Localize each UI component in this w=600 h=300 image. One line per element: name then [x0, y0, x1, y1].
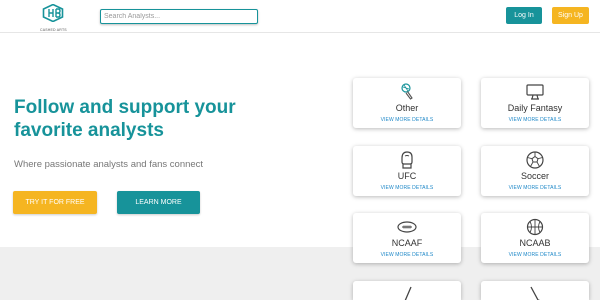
view-details-link[interactable]: VIEW MORE DETAILS — [481, 117, 589, 123]
brand-logo[interactable]: CASHED ARTS — [40, 3, 67, 32]
learn-more-button[interactable]: LEARN MORE — [117, 191, 200, 214]
basketball-icon — [525, 217, 545, 237]
category-card-ncaaf[interactable]: NCAAF VIEW MORE DETAILS — [353, 213, 461, 263]
view-details-link[interactable]: VIEW MORE DETAILS — [353, 117, 461, 123]
try-free-button[interactable]: TRY IT FOR FREE — [13, 191, 97, 214]
hero-subtitle: Where passionate analysts and fans conne… — [14, 159, 204, 170]
category-card-daily-fantasy[interactable]: Daily Fantasy VIEW MORE DETAILS — [481, 78, 589, 128]
category-card-ncaab[interactable]: NCAAB VIEW MORE DETAILS — [481, 213, 589, 263]
golf-club-icon — [525, 285, 545, 300]
hockey-stick-icon — [397, 285, 417, 300]
logo-icon — [42, 3, 64, 23]
top-navbar: CASHED ARTS Log In Sign Up — [0, 0, 600, 33]
logo-text: CASHED ARTS — [40, 28, 67, 32]
view-details-link[interactable]: VIEW MORE DETAILS — [353, 252, 461, 258]
login-button[interactable]: Log In — [506, 7, 542, 24]
search-input[interactable] — [100, 9, 258, 24]
football-icon — [397, 217, 417, 237]
category-name: NCAAB — [519, 238, 551, 248]
category-name: NCAAF — [391, 238, 423, 248]
category-name: Soccer — [520, 171, 549, 181]
category-name: UFC — [397, 171, 417, 181]
boxing-glove-icon — [397, 150, 417, 170]
category-card-hockey[interactable] — [353, 281, 461, 300]
category-name: Daily Fantasy — [507, 103, 563, 113]
view-details-link[interactable]: VIEW MORE DETAILS — [481, 185, 589, 191]
view-details-link[interactable]: VIEW MORE DETAILS — [353, 185, 461, 191]
hero-title: Follow and support your favorite analyst… — [14, 97, 236, 141]
microphone-icon — [397, 82, 417, 102]
category-card-golf[interactable] — [481, 281, 589, 300]
category-card-ufc[interactable]: UFC VIEW MORE DETAILS — [353, 146, 461, 196]
category-card-soccer[interactable]: Soccer VIEW MORE DETAILS — [481, 146, 589, 196]
category-name: Other — [395, 103, 419, 113]
soccer-ball-icon — [525, 150, 545, 170]
monitor-icon — [525, 82, 545, 102]
category-card-other[interactable]: Other VIEW MORE DETAILS — [353, 78, 461, 128]
signup-button[interactable]: Sign Up — [552, 7, 589, 24]
view-details-link[interactable]: VIEW MORE DETAILS — [481, 252, 589, 258]
